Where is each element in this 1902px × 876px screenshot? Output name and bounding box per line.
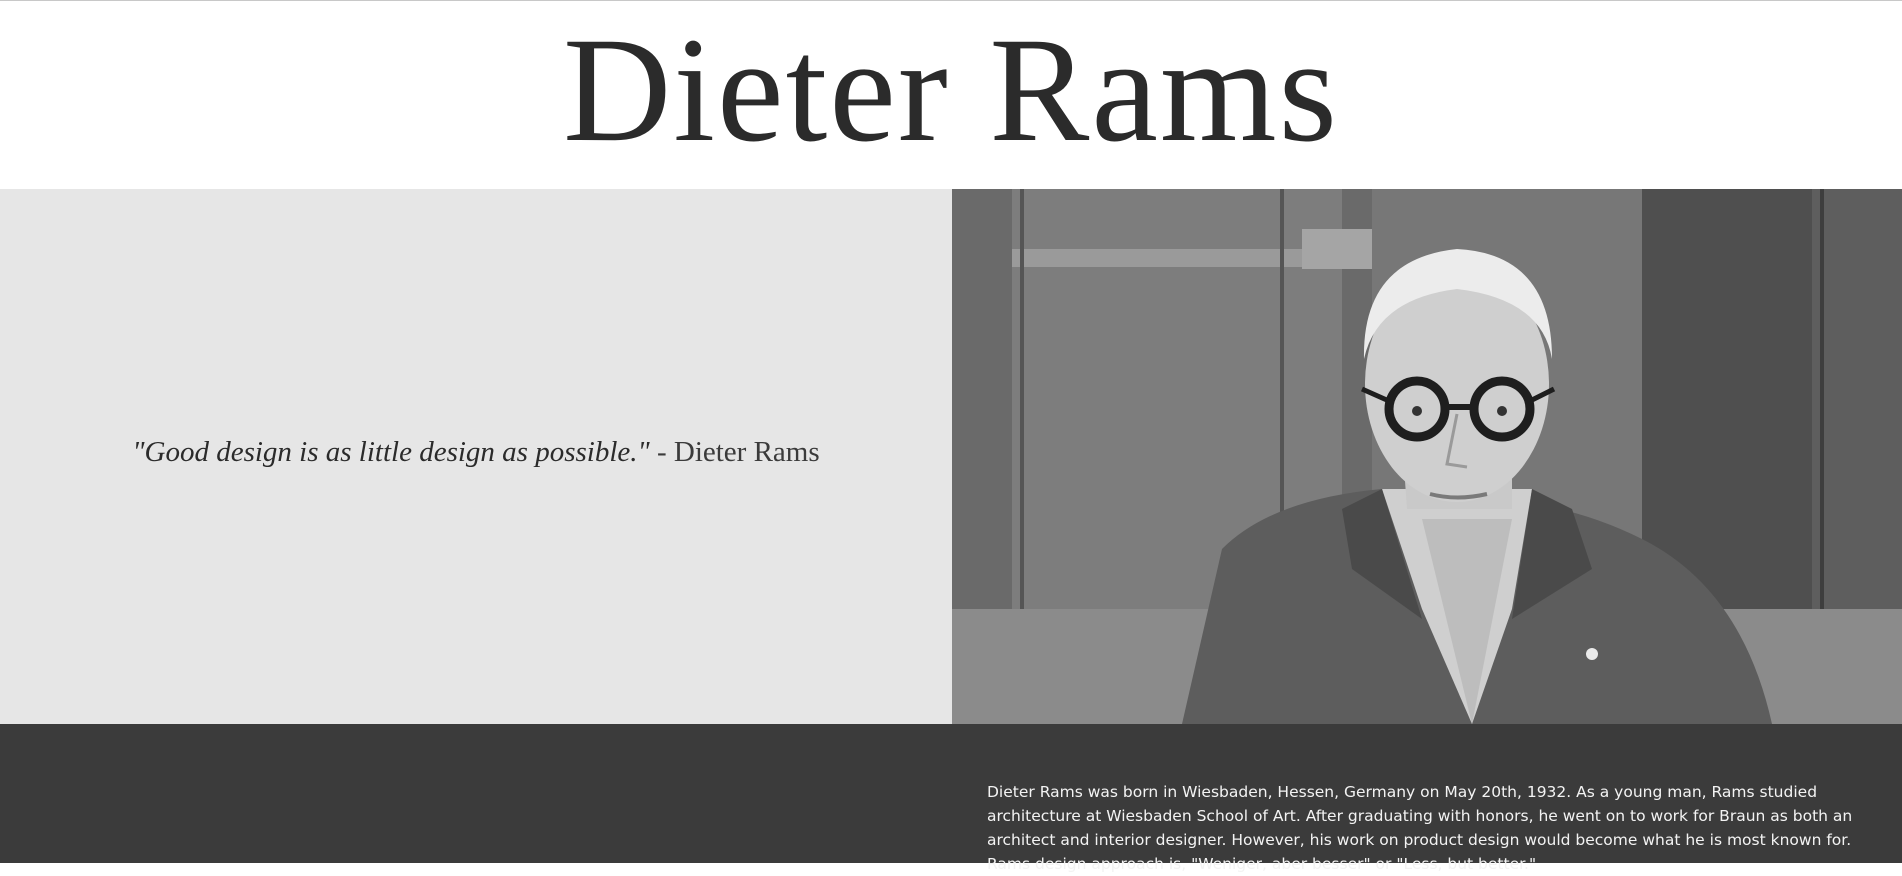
- quote-panel: "Good design is as little design as poss…: [0, 189, 952, 724]
- page-header: Dieter Rams: [0, 1, 1902, 189]
- quote-block: "Good design is as little design as poss…: [0, 436, 952, 469]
- quote-separator: -: [649, 436, 674, 468]
- quote-author: Dieter Rams: [673, 436, 820, 468]
- portrait-illustration: [952, 189, 1902, 724]
- portrait-photo: [952, 189, 1902, 724]
- quote-text: "Good design is as little design as poss…: [132, 436, 650, 468]
- biography-section: Dieter Rams was born in Wiesbaden, Hesse…: [0, 724, 1902, 873]
- biography-text: Dieter Rams was born in Wiesbaden, Hesse…: [987, 783, 1853, 873]
- page-title: Dieter Rams: [563, 7, 1339, 173]
- hero-section: "Good design is as little design as poss…: [0, 189, 1902, 724]
